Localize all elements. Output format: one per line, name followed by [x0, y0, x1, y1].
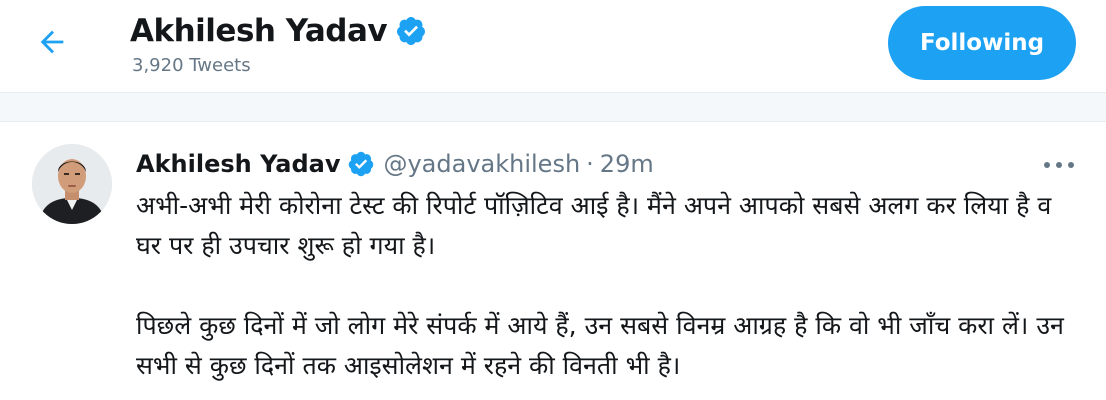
tweet-paragraph-1: अभी-अभी मेरी कोरोना टेस्ट की रिपोर्ट पॉज… [136, 191, 1052, 260]
tweet-paragraph-2: पिछले कुछ दिनों में जो लोग मेरे संपर्क म… [136, 311, 1064, 380]
profile-page: Akhilesh Yadav 3,920 Tweets Following Ak… [0, 0, 1106, 400]
tweet-text: अभी-अभी मेरी कोरोना टेस्ट की रिपोर्ट पॉज… [136, 186, 1066, 386]
arrow-left-icon [40, 30, 64, 54]
tweet[interactable]: Akhilesh Yadav @yadavakhilesh · 29m अभी-… [0, 122, 1106, 400]
tweet-count: 3,920 Tweets [132, 55, 251, 76]
verified-badge-icon [347, 150, 375, 178]
profile-header: Akhilesh Yadav 3,920 Tweets Following [0, 0, 1106, 92]
section-divider [0, 92, 1106, 122]
more-options-button[interactable] [1036, 150, 1082, 180]
more-horizontal-icon [1044, 162, 1074, 168]
profile-name-row: Akhilesh Yadav [130, 8, 427, 54]
avatar-image [32, 144, 112, 224]
back-button[interactable] [24, 20, 80, 64]
separator-dot: · [586, 150, 594, 178]
tweet-timestamp[interactable]: 29m [600, 150, 654, 178]
avatar[interactable] [32, 144, 112, 224]
verified-badge-icon [395, 15, 427, 47]
author-name[interactable]: Akhilesh Yadav [136, 150, 340, 178]
tweet-header: Akhilesh Yadav @yadavakhilesh · 29m [136, 144, 654, 184]
author-handle[interactable]: @yadavakhilesh [383, 150, 580, 178]
profile-name: Akhilesh Yadav [130, 13, 388, 49]
following-button[interactable]: Following [888, 6, 1076, 80]
